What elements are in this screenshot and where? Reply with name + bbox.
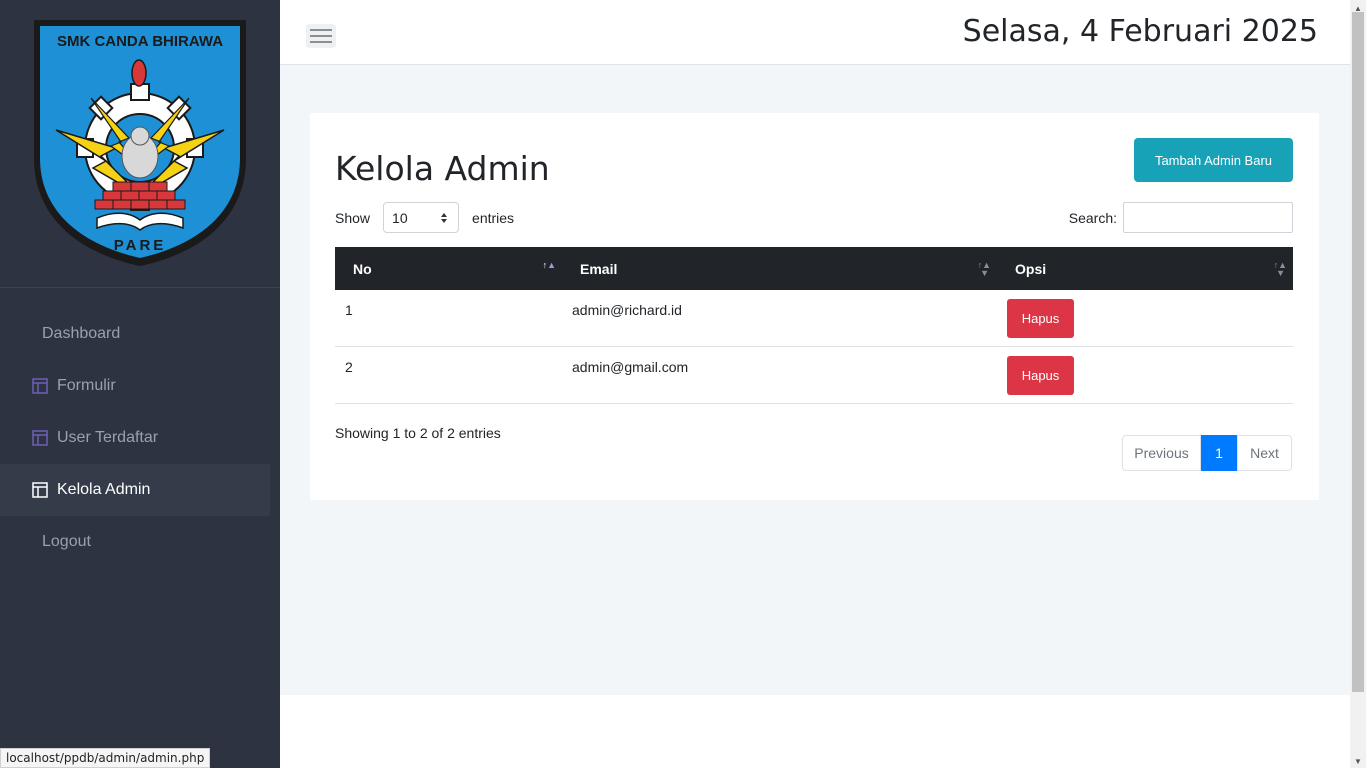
school-logo: SMK CANDA BHIRAWA PARE	[34, 20, 246, 266]
page-1-button[interactable]: 1	[1201, 435, 1237, 471]
sidebar-item-dashboard[interactable]: Dashboard	[0, 308, 270, 360]
entries-value: 10	[392, 209, 408, 226]
delete-button[interactable]: Hapus	[1007, 356, 1074, 395]
vertical-scrollbar[interactable]: ▲ ▼	[1350, 0, 1366, 768]
show-label: Show	[335, 209, 371, 226]
footer	[280, 695, 1350, 768]
sort-icon: ↑▲ ▼	[1273, 260, 1287, 278]
column-header-email[interactable]: Email ↑▲ ▼	[562, 247, 997, 290]
sidebar-item-label: Formulir	[57, 377, 116, 394]
current-date: Selasa, 4 Februari 2025	[962, 14, 1318, 49]
sidebar-item-label: Logout	[42, 533, 91, 550]
status-bar-url: localhost/ppdb/admin/admin.php	[0, 748, 211, 768]
layout-icon	[32, 378, 48, 394]
search-area: Search:	[1069, 202, 1293, 233]
scroll-down-icon[interactable]: ▼	[1354, 757, 1362, 766]
layout-icon	[32, 430, 48, 446]
entries-length: Show 10 entries	[335, 202, 514, 233]
next-page-button[interactable]: Next	[1237, 435, 1292, 471]
sidebar-item-label: User Terdaftar	[57, 429, 159, 446]
search-label: Search:	[1068, 209, 1117, 226]
sort-asc-icon: ↑▲	[542, 260, 556, 270]
admin-table: No ↑▲ Email ↑▲ ▼ Opsi ↑▲ ▼ 1 admin@richa…	[335, 247, 1293, 404]
layout-icon	[32, 482, 48, 498]
search-input[interactable]	[1123, 202, 1293, 233]
select-arrows-icon	[441, 212, 448, 223]
cell-email: admin@richard.id	[572, 302, 682, 318]
table-header: No ↑▲ Email ↑▲ ▼ Opsi ↑▲ ▼	[335, 247, 1293, 290]
entries-label: entries	[472, 209, 515, 226]
cell-opsi: Hapus	[997, 347, 1293, 403]
pagination: Previous 1 Next	[1122, 435, 1292, 471]
column-header-opsi[interactable]: Opsi ↑▲ ▼	[997, 247, 1293, 290]
sidebar-item-user-terdaftar[interactable]: User Terdaftar	[0, 412, 270, 464]
previous-page-button[interactable]: Previous	[1122, 435, 1201, 471]
cell-opsi: Hapus	[997, 290, 1293, 346]
admin-card: Kelola Admin Tambah Admin Baru Show 10 e…	[310, 113, 1319, 500]
logo-area: SMK CANDA BHIRAWA PARE	[0, 0, 280, 288]
logo-top-text: SMK CANDA BHIRAWA	[57, 33, 223, 50]
sidebar-item-kelola-admin[interactable]: Kelola Admin	[0, 464, 270, 516]
sidebar-item-formulir[interactable]: Formulir	[0, 360, 270, 412]
table-info: Showing 1 to 2 of 2 entries	[335, 425, 501, 441]
sidebar-nav: Dashboard Formulir User Terdaftar Kelola…	[0, 288, 280, 568]
topbar: Selasa, 4 Februari 2025	[280, 0, 1350, 65]
scrollbar-thumb[interactable]	[1352, 12, 1364, 692]
cell-no: 1	[345, 302, 353, 318]
hamburger-icon[interactable]	[306, 24, 336, 48]
page-title: Kelola Admin	[335, 149, 550, 188]
logo-bottom-text: PARE	[114, 237, 167, 254]
delete-button[interactable]: Hapus	[1007, 299, 1074, 338]
sort-icon: ↑▲ ▼	[977, 260, 991, 278]
add-admin-button[interactable]: Tambah Admin Baru	[1134, 138, 1293, 182]
table-row: 2 admin@gmail.com Hapus	[335, 347, 1293, 404]
sidebar-item-logout[interactable]: Logout	[0, 516, 270, 568]
cell-no: 2	[345, 359, 353, 375]
cell-email: admin@gmail.com	[572, 359, 689, 375]
entries-select[interactable]: 10	[383, 202, 460, 233]
sidebar: SMK CANDA BHIRAWA PARE Dashboard Formuli…	[0, 0, 280, 768]
column-header-no[interactable]: No ↑▲	[335, 247, 562, 290]
sidebar-item-label: Dashboard	[42, 325, 121, 342]
table-row: 1 admin@richard.id Hapus	[335, 290, 1293, 347]
sidebar-item-label: Kelola Admin	[57, 481, 151, 498]
